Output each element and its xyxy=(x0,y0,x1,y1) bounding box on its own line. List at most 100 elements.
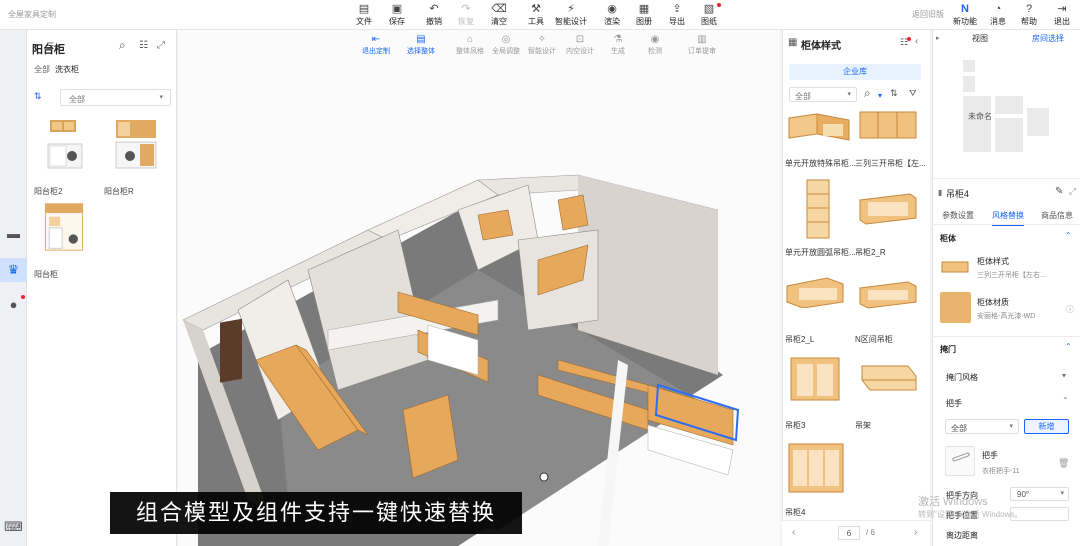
category-select[interactable]: 全部 ▾ xyxy=(60,89,171,106)
export-button[interactable]: ⇪ 导出 xyxy=(661,3,693,27)
msg-button[interactable]: ◔ 消息 xyxy=(982,3,1014,27)
style-thumb-6[interactable] xyxy=(858,278,920,310)
handle-filter-select[interactable]: 全部 ▾ xyxy=(945,419,1019,434)
room-select-tab[interactable]: 房间选择 xyxy=(1032,33,1064,44)
filter-icon[interactable]: ⛛ xyxy=(909,88,917,99)
sort-icon[interactable]: ⇅ xyxy=(890,88,898,99)
tools-button[interactable]: ⚒ 工具 xyxy=(520,3,552,27)
chevron-up-icon[interactable]: ⌃ xyxy=(1065,342,1072,351)
generate-icon: ⚗ xyxy=(613,34,623,45)
chevron-down-icon: ▾ xyxy=(1009,423,1013,430)
render-button[interactable]: ◉ 渲染 xyxy=(596,3,628,27)
edit-icon[interactable]: ✎ xyxy=(1055,186,1063,197)
room-label: 未命名 xyxy=(968,112,992,121)
product-label-3: 阳台柜 xyxy=(34,270,58,279)
exit-button[interactable]: ⇥ 退出 xyxy=(1046,3,1078,27)
style-thumb-7[interactable] xyxy=(785,354,847,404)
floor-plan-3d-render xyxy=(182,174,740,546)
style-filter-select[interactable]: 全部 ▾ xyxy=(789,87,857,102)
expand-icon[interactable]: ⤢ xyxy=(1069,186,1076,197)
trash-icon[interactable]: 🗑 xyxy=(1058,458,1069,469)
expand-icon[interactable]: ⤢ xyxy=(157,40,165,51)
property-tab-3[interactable]: 商品信息 xyxy=(1041,210,1073,221)
subtool-button-7[interactable]: ⚗ 生成 xyxy=(601,34,635,56)
cabinet-style-thumb[interactable] xyxy=(940,256,970,278)
breadcrumb-all[interactable]: 全部 xyxy=(34,64,50,75)
subtool-button-2[interactable]: ▤ 选择整体 xyxy=(404,34,438,56)
user-icon[interactable]: ● xyxy=(0,293,27,317)
style-panel-title: 柜体样式 xyxy=(801,41,841,52)
search-icon[interactable]: ⌕ xyxy=(119,38,126,53)
file-label: 文件 xyxy=(356,17,372,26)
crown-icon[interactable]: ♛ xyxy=(0,258,27,282)
3d-viewport[interactable] xyxy=(178,30,780,546)
redo-button[interactable]: ↷ 恢复 xyxy=(450,3,482,27)
style-thumb-8[interactable] xyxy=(858,360,920,396)
subtool-button-4[interactable]: ◎ 全局调整 xyxy=(489,34,523,56)
style-thumb-2[interactable] xyxy=(858,108,920,144)
subtool-label-7: 生成 xyxy=(611,48,625,55)
style-thumb-5[interactable] xyxy=(785,272,847,308)
dropdown-arrow-icon[interactable]: ▾ xyxy=(878,91,882,100)
product-thumb-2[interactable] xyxy=(112,118,160,170)
product-thumb-3[interactable] xyxy=(40,200,88,252)
handle-direction-select[interactable]: 90° ▾ xyxy=(1010,487,1069,501)
file-button[interactable]: ▤ 文件 xyxy=(348,3,380,27)
chevron-down-icon: ▾ xyxy=(159,94,163,101)
file-icon: ▤ xyxy=(358,3,370,15)
info-icon[interactable]: ⓘ xyxy=(1066,304,1074,315)
breadcrumb-current[interactable]: 洗衣柜 xyxy=(55,64,79,75)
sort-arrow-icon[interactable]: ⇅ xyxy=(34,91,42,102)
style-thumb-9[interactable] xyxy=(785,440,847,496)
smart-button[interactable]: ⚡ 智能设计 xyxy=(555,3,587,27)
style-thumb-4[interactable] xyxy=(858,190,920,226)
old-version-link[interactable]: 返回旧版 xyxy=(912,9,944,20)
enterprise-library-tab[interactable]: 企业库 xyxy=(789,64,921,80)
collapse-icon[interactable]: ‹ xyxy=(915,36,918,47)
help-button[interactable]: ? 帮助 xyxy=(1013,3,1045,27)
page-input[interactable]: 6 xyxy=(838,526,860,540)
subtool-button-6[interactable]: ⊡ 内空设计 xyxy=(563,34,597,56)
view-tab[interactable]: 视图 xyxy=(972,33,988,44)
add-handle-button[interactable]: 新增 xyxy=(1024,419,1069,434)
door-style-label: 掩门风格 xyxy=(946,373,978,382)
settings-icon[interactable]: ☷ xyxy=(900,37,912,48)
chevron-up-icon[interactable]: ⌃ xyxy=(1062,396,1069,405)
subtool-button-9[interactable]: ▥ 订单提审 xyxy=(685,34,719,56)
handle-thumb[interactable] xyxy=(945,446,975,476)
top-toolbar: 全屋家具定制 ▤ 文件 ▣ 保存 ↶ 撤销 ↷ 恢复 ⌫ 清空 ⚒ 工具 ⚡ 智能设计 ◉ 渲染 ▦ 图册 ⇪ 导出 ▧… xyxy=(0,0,1080,30)
property-tab-1[interactable]: 参数设置 xyxy=(942,210,974,221)
save-button[interactable]: ▣ 保存 xyxy=(381,3,413,27)
style-thumb-1[interactable] xyxy=(785,108,855,148)
minimap[interactable] xyxy=(950,55,1052,167)
undo-button[interactable]: ↶ 撤销 xyxy=(418,3,450,27)
search-icon[interactable]: ⌕ xyxy=(864,86,871,101)
keyboard-icon[interactable]: ⌨ xyxy=(0,515,27,539)
subtool-button-8[interactable]: ◉ 检测 xyxy=(638,34,672,56)
prev-page-icon[interactable]: ‹ xyxy=(792,527,795,538)
next-page-icon[interactable]: › xyxy=(914,527,917,538)
style-thumb-3[interactable] xyxy=(803,178,833,240)
product-thumb-1[interactable] xyxy=(40,118,88,170)
subtool-button-5[interactable]: ✧ 智能设计 xyxy=(525,34,559,56)
subtool-button-3[interactable]: ⌂ 整体风格 xyxy=(453,34,487,56)
inner-design-icon: ⊡ xyxy=(575,34,585,45)
clear-button[interactable]: ⌫ 清空 xyxy=(483,3,515,27)
cabinet-library-icon[interactable]: ▬ xyxy=(0,222,27,246)
redo-label: 恢复 xyxy=(458,17,474,26)
cabinet-section-title: 柜体 xyxy=(940,234,956,243)
category-select-value: 全部 xyxy=(69,95,85,104)
drawings-button[interactable]: ▧ 图纸 xyxy=(693,3,725,27)
subtool-label-1: 退出定制 xyxy=(362,48,390,55)
chevron-down-icon[interactable]: ▾ xyxy=(1062,371,1066,380)
chevron-up-icon[interactable]: ⌃ xyxy=(1065,231,1072,240)
grid-icon: ▦ xyxy=(788,37,798,48)
sort-icon[interactable]: ☷ xyxy=(139,40,148,51)
cabinet-material-swatch[interactable] xyxy=(940,292,971,323)
subtool-label-3: 整体风格 xyxy=(456,48,484,55)
video-subtitle: 组合模型及组件支持一键快速替换 xyxy=(110,492,522,534)
new-button[interactable]: N 新功能 xyxy=(949,3,981,27)
subtool-button-1[interactable]: ⇤ 退出定制 xyxy=(359,34,393,56)
gallery-button[interactable]: ▦ 图册 xyxy=(628,3,660,27)
cabinet-style-value: 三列三开吊柜【左右... xyxy=(977,272,1046,279)
